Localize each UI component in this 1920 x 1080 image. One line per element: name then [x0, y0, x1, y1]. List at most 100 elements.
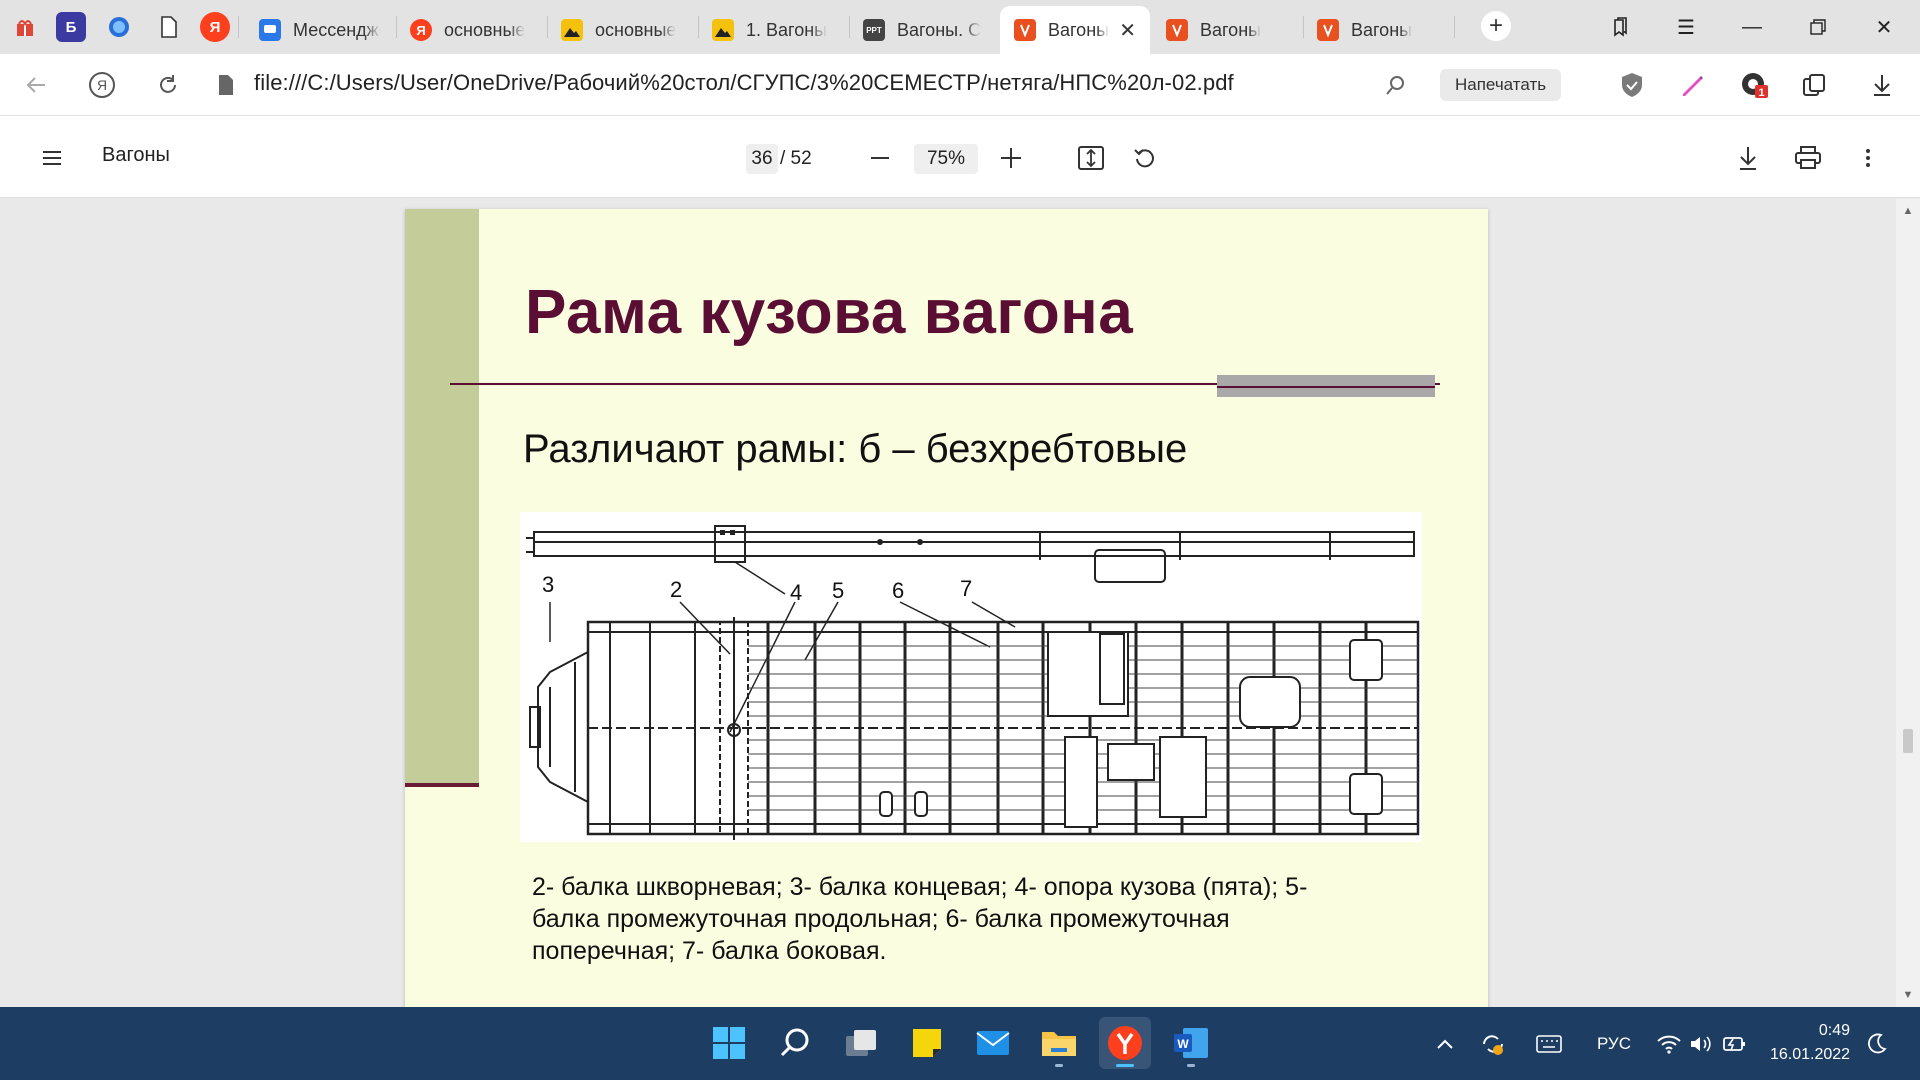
- slide-left-accent: [405, 783, 479, 787]
- focus-assist-icon[interactable]: [1862, 1007, 1892, 1080]
- page-number-input[interactable]: 36: [746, 144, 778, 174]
- extension-icon[interactable]: 1: [1736, 67, 1772, 103]
- minimize-button[interactable]: —: [1732, 8, 1772, 46]
- pinned-globe-icon[interactable]: [104, 12, 134, 42]
- task-view-button[interactable]: [835, 1017, 887, 1069]
- yandex-browser-icon: [1108, 1026, 1142, 1060]
- document-icon: [161, 16, 177, 38]
- pdf-title: Вагоны: [102, 144, 170, 166]
- word-app[interactable]: W: [1165, 1017, 1217, 1069]
- download-pdf-icon[interactable]: [1730, 140, 1766, 176]
- folder-icon: [1042, 1032, 1076, 1056]
- label-5: 5: [832, 578, 844, 603]
- sticky-notes-icon: [913, 1029, 941, 1057]
- tab-label: основные: [595, 19, 677, 40]
- label-3: 3: [542, 572, 554, 597]
- restore-button[interactable]: [1798, 8, 1838, 46]
- windows-logo-icon: [713, 1027, 745, 1059]
- slide-caption: 2- балка шкворневая; 3- балка концевая; …: [532, 873, 1308, 965]
- yandex-browser-app[interactable]: [1099, 1017, 1151, 1069]
- search-button[interactable]: [769, 1017, 821, 1069]
- notification-count: 1: [1758, 87, 1764, 99]
- globe-icon: [109, 17, 129, 37]
- pdf-icon: [1166, 19, 1188, 41]
- tab-vagony-ppt[interactable]: PPT Вагоны. С: [849, 6, 999, 54]
- task-view-icon: [846, 1030, 876, 1056]
- label-7: 7: [960, 576, 972, 601]
- wifi-icon[interactable]: [1654, 1007, 1684, 1080]
- print-page-button[interactable]: Напечатать: [1440, 69, 1562, 101]
- scroll-up-icon[interactable]: ▲: [1902, 205, 1914, 217]
- pdf-page: Рама кузова вагона Различают рамы: б – б…: [405, 209, 1488, 1009]
- pinned-document-icon[interactable]: [154, 12, 184, 42]
- vertical-scrollbar[interactable]: ▲ ▼: [1896, 199, 1920, 1007]
- zoom-level-input[interactable]: 75%: [914, 144, 978, 174]
- downloads-icon[interactable]: [1864, 67, 1900, 103]
- language-indicator[interactable]: РУС: [1586, 1007, 1642, 1080]
- chevron-up-icon: [1437, 1039, 1453, 1049]
- tab-vagony-3[interactable]: Вагоны: [1303, 6, 1453, 54]
- clock[interactable]: 0:49 16.01.2022: [1770, 1019, 1850, 1067]
- back-button[interactable]: [18, 67, 54, 103]
- mail-app[interactable]: [967, 1017, 1019, 1069]
- pinned-yandex-icon[interactable]: Я: [200, 12, 230, 42]
- keyboard-icon[interactable]: [1534, 1007, 1564, 1080]
- svg-text:W: W: [1177, 1037, 1189, 1051]
- more-options-icon[interactable]: [1850, 140, 1886, 176]
- zoom-in-button[interactable]: [993, 140, 1029, 176]
- reload-button[interactable]: [150, 67, 186, 103]
- scroll-down-icon[interactable]: ▼: [1902, 989, 1914, 1001]
- close-window-button[interactable]: ✕: [1864, 8, 1904, 46]
- label-2: 2: [670, 577, 682, 602]
- battery-icon[interactable]: [1720, 1007, 1750, 1080]
- start-button[interactable]: [703, 1017, 755, 1069]
- show-hidden-icons-button[interactable]: [1430, 1007, 1460, 1080]
- rotate-icon[interactable]: [1127, 140, 1163, 176]
- new-tab-button[interactable]: +: [1481, 11, 1511, 41]
- volume-icon[interactable]: [1686, 1007, 1716, 1080]
- sticky-notes-app[interactable]: [901, 1017, 953, 1069]
- active-indicator: [1116, 1064, 1134, 1067]
- pinned-b-icon[interactable]: Б: [56, 12, 86, 42]
- tab-label: Мессенджер: [293, 19, 381, 40]
- collections-icon[interactable]: [1796, 67, 1832, 103]
- fit-page-icon[interactable]: [1073, 140, 1109, 176]
- tab-strip: Б Я Мессенджер Я основные основные 1. Ва…: [0, 0, 1920, 54]
- tab-vagony-2[interactable]: Вагоны: [1152, 6, 1302, 54]
- pen-icon[interactable]: [1674, 67, 1710, 103]
- print-icon[interactable]: [1790, 140, 1826, 176]
- pdf-toolbar: Вагоны 36 / 52 75%: [0, 116, 1920, 198]
- search-page-icon[interactable]: [1378, 67, 1414, 103]
- file-explorer-app[interactable]: [1033, 1017, 1085, 1069]
- tab-osnovnye-2[interactable]: основные: [547, 6, 697, 54]
- clock-time: 0:49: [1818, 1022, 1850, 1039]
- protect-shield-icon[interactable]: [1614, 67, 1650, 103]
- image-icon: [712, 19, 734, 41]
- bookmarks-icon[interactable]: [1600, 8, 1640, 46]
- label-4: 4: [790, 580, 802, 605]
- menu-icon[interactable]: ☰: [1666, 8, 1706, 46]
- tab-vagony-active[interactable]: Вагоны ✕: [1000, 6, 1150, 54]
- pinned-b-label: Б: [65, 18, 77, 36]
- close-tab-icon[interactable]: ✕: [1119, 18, 1136, 43]
- tab-messenger[interactable]: Мессенджер: [245, 6, 395, 54]
- sidebar-menu-icon[interactable]: [34, 140, 70, 176]
- file-icon: [208, 67, 244, 103]
- url-field[interactable]: file:///C:/Users/User/OneDrive/Рабочий%2…: [254, 70, 1234, 96]
- mail-icon: [976, 1031, 1010, 1055]
- running-indicator: [1187, 1064, 1195, 1067]
- tab-vagony-image[interactable]: 1. Вагоны: [698, 6, 848, 54]
- word-icon: W: [1174, 1028, 1208, 1058]
- label-6: 6: [892, 578, 904, 603]
- tab-osnovnye-1[interactable]: Я основные: [396, 6, 546, 54]
- scrollbar-thumb[interactable]: [1903, 729, 1913, 753]
- address-bar: Я file:///C:/Users/User/OneDrive/Рабочий…: [0, 54, 1920, 116]
- sync-icon[interactable]: [1478, 1007, 1508, 1080]
- gift-icon: [17, 20, 33, 36]
- pinned-app-icon[interactable]: [10, 12, 40, 42]
- ppt-icon: PPT: [863, 19, 885, 41]
- title-divider-overlay: [1217, 386, 1435, 388]
- yandex-home-button[interactable]: Я: [84, 67, 120, 103]
- tab-label: Вагоны: [1351, 19, 1413, 40]
- zoom-out-button[interactable]: [862, 140, 898, 176]
